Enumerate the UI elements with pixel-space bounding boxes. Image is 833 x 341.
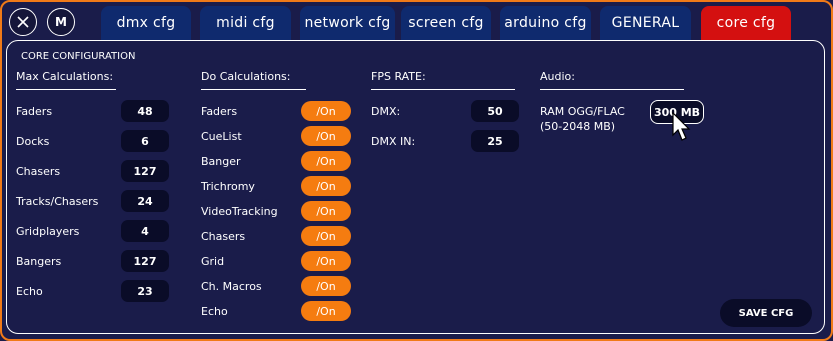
tab-label: screen cfg [408, 15, 484, 31]
do-calc-label: Echo [201, 305, 228, 318]
m-button-label: M [55, 15, 67, 29]
max-calc-label: Chasers [16, 165, 61, 178]
panel-title: CORE CONFIGURATION [21, 51, 136, 62]
max-docks-value[interactable]: 6 [121, 130, 169, 152]
do-videotracking-toggle[interactable]: /On [301, 201, 351, 221]
do-banger-toggle[interactable]: /On [301, 151, 351, 171]
fps-underline [371, 89, 515, 90]
do-calc-label: Ch. Macros [201, 280, 262, 293]
max-calc-label: Gridplayers [16, 225, 80, 238]
ram-range-label: (50-2048 MB) [540, 120, 616, 133]
tab-label: network cfg [304, 15, 391, 31]
tab-core-cfg[interactable]: core cfg [701, 6, 791, 40]
do-calc-label: Trichromy [201, 180, 255, 193]
do-calc-label: Grid [201, 255, 225, 268]
ram-label: RAM OGG/FLAC [540, 105, 625, 118]
fps-header: FPS RATE: [371, 70, 426, 83]
do-calc-label: CueList [201, 130, 242, 143]
fps-label: DMX: [371, 105, 401, 118]
do-calc-label: Faders [201, 105, 238, 118]
do-calc-label: Chasers [201, 230, 246, 243]
tab-general[interactable]: GENERAL [600, 6, 691, 40]
do-calc-underline [201, 89, 306, 90]
tab-midi-cfg[interactable]: midi cfg [200, 6, 291, 40]
do-calc-header: Do Calculations: [201, 70, 291, 83]
fps-label: DMX IN: [371, 135, 416, 148]
max-calc-label: Echo [16, 285, 43, 298]
max-echo-value[interactable]: 23 [121, 280, 169, 302]
max-calc-label: Faders [16, 105, 53, 118]
tab-arduino-cfg[interactable]: arduino cfg [500, 6, 591, 40]
tab-dmx-cfg[interactable]: dmx cfg [101, 6, 191, 40]
do-trichromy-toggle[interactable]: /On [301, 176, 351, 196]
tab-label: dmx cfg [116, 15, 176, 31]
tab-label: arduino cfg [504, 15, 587, 31]
tab-network-cfg[interactable]: network cfg [300, 6, 395, 40]
do-calc-label: Banger [201, 155, 241, 168]
max-faders-value[interactable]: 48 [121, 100, 169, 122]
audio-header: Audio: [540, 70, 575, 83]
fps-dmx-in-value[interactable]: 25 [471, 130, 519, 152]
do-chasers-toggle[interactable]: /On [301, 226, 351, 246]
do-ch-macros-toggle[interactable]: /On [301, 276, 351, 296]
max-calc-header: Max Calculations: [16, 70, 114, 83]
tab-screen-cfg[interactable]: screen cfg [401, 6, 491, 40]
do-calc-label: VideoTracking [201, 205, 278, 218]
tab-label: core cfg [716, 15, 776, 31]
max-gridplayers-value[interactable]: 4 [121, 220, 169, 242]
close-button[interactable] [9, 8, 37, 36]
do-cuelist-toggle[interactable]: /On [301, 126, 351, 146]
mouse-cursor-icon [672, 112, 691, 141]
max-bangers-value[interactable]: 127 [121, 250, 169, 272]
max-chasers-value[interactable]: 127 [121, 160, 169, 182]
close-icon [17, 16, 29, 28]
max-calc-label: Docks [16, 135, 50, 148]
max-calc-underline [16, 89, 116, 90]
audio-underline [540, 89, 684, 90]
do-faders-toggle[interactable]: /On [301, 101, 351, 121]
max-calc-label: Tracks/Chasers [16, 195, 99, 208]
save-cfg-button[interactable]: SAVE CFG [720, 299, 812, 327]
do-grid-toggle[interactable]: /On [301, 251, 351, 271]
tab-label: GENERAL [611, 15, 680, 31]
m-button[interactable]: M [47, 8, 75, 36]
tab-label: midi cfg [216, 15, 275, 31]
do-echo-toggle[interactable]: /On [301, 301, 351, 321]
max-calc-label: Bangers [16, 255, 62, 268]
fps-dmx-value[interactable]: 50 [471, 100, 519, 122]
max-tracks-chasers-value[interactable]: 24 [121, 190, 169, 212]
